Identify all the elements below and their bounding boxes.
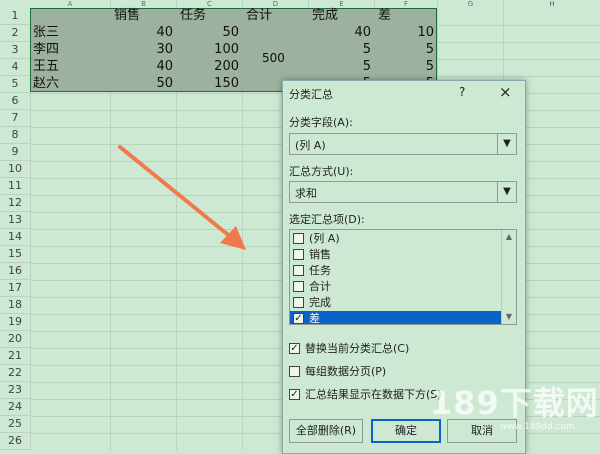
watermark-logo: 189下载网 [430,384,599,422]
summary-function-select[interactable]: 求和 ▼ [289,181,517,203]
watermark-url: www.189dd.com [500,422,575,432]
group-field-value: (列 A) [295,139,326,152]
summary-items-list[interactable]: (列 A) 销售 任务 合计 完成 ✓ 差 ▲ ▼ [289,229,517,325]
item-checkbox[interactable] [293,233,304,244]
item-checkbox[interactable] [293,281,304,292]
close-icon[interactable]: × [499,83,512,101]
chevron-down-icon[interactable]: ▼ [497,182,516,202]
list-item[interactable]: 销售 [290,247,502,263]
list-item[interactable]: 任务 [290,263,502,279]
scroll-down-icon[interactable]: ▼ [502,310,516,324]
item-checkbox[interactable] [293,297,304,308]
list-item-selected[interactable]: ✓ 差 [290,311,502,324]
list-scrollbar[interactable]: ▲ ▼ [501,230,516,324]
item-checkbox-checked[interactable]: ✓ [293,313,304,324]
remove-all-button[interactable]: 全部删除(R) [289,419,363,443]
page-break-checkbox[interactable] [289,366,300,377]
scroll-up-icon[interactable]: ▲ [502,230,516,244]
summary-function-value: 求和 [295,187,317,200]
chevron-down-icon[interactable]: ▼ [497,134,516,154]
help-icon[interactable]: ? [459,85,465,99]
replace-subtotals-checkbox[interactable]: ✓ [289,343,300,354]
group-field-label: 分类字段(A): [289,116,353,129]
item-checkbox[interactable] [293,249,304,260]
group-field-select[interactable]: (列 A) ▼ [289,133,517,155]
summary-function-label: 汇总方式(U): [289,165,354,178]
list-item[interactable]: 合计 [290,279,502,295]
summary-below-checkbox[interactable]: ✓ [289,389,300,400]
summary-items-label: 选定汇总项(D): [289,213,365,226]
dialog-title: 分类汇总 [289,88,333,101]
item-checkbox[interactable] [293,265,304,276]
list-item[interactable]: 完成 [290,295,502,311]
list-item[interactable]: (列 A) [290,231,502,247]
